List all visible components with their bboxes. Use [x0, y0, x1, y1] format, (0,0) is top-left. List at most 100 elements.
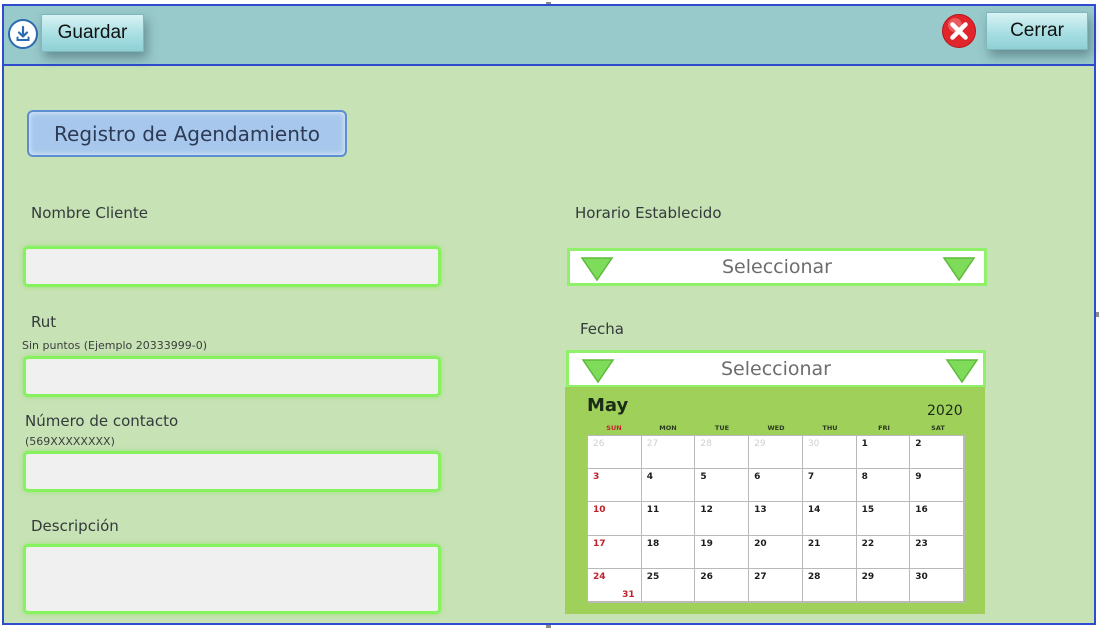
calendar-day-number: 29 [861, 571, 875, 582]
calendar-image[interactable]: May 2020 SUN MON TUE WED THU FRI SAT 26 27 28 29 3… [565, 387, 985, 614]
schedule-dropdown-value: Seleccionar [721, 256, 832, 278]
calendar-day-number: 14 [807, 505, 821, 516]
calendar-day-number: 29 [754, 439, 766, 449]
calendar-day-cell: 12 [695, 502, 750, 536]
calendar-day-number: 3 [593, 472, 600, 483]
calendar-grid: 26 27 28 29 30 1 2 3 4 5 6 7 8 9 10 11 12 13 14 15 16 17 18 19 2… [587, 435, 965, 603]
calendar-day-number: 18 [646, 538, 660, 549]
date-dropdown[interactable]: Seleccionar [566, 350, 986, 388]
calendar-day-number: 24 [593, 571, 606, 582]
calendar-day-cell: 14 [802, 502, 857, 536]
calendar-day-cell: 26 [695, 568, 750, 602]
contact-number-field[interactable] [23, 451, 441, 492]
calendar-day-number: 22 [861, 538, 875, 549]
calendar-day-number: 13 [754, 505, 767, 516]
calendar-day-cell: 23 [910, 535, 964, 569]
rut-hint: Sin puntos (Ejemplo 20333999-0) [22, 339, 207, 352]
form-window: Guardar Cerrar Registro de Agendamiento … [2, 4, 1096, 625]
calendar-day-cell: 27 [749, 568, 803, 602]
contact-number-label: Número de contacto [25, 412, 179, 430]
calendar-day-cell: 13 [749, 502, 803, 536]
schedule-dropdown[interactable]: Seleccionar [567, 248, 987, 286]
save-button[interactable]: Guardar [41, 14, 144, 52]
calendar-day-number: 20 [754, 538, 767, 549]
calendar-day-number: 25 [646, 571, 660, 582]
calendar-day-cell: 16 [910, 502, 964, 536]
calendar-year: 2020 [927, 403, 963, 419]
calendar-day-cell: 5 [695, 469, 750, 503]
calendar-day-cell: 29 [749, 436, 803, 470]
calendar-day-cell: 28 [802, 568, 857, 602]
calendar-day-cell: 27 [641, 436, 696, 470]
calendar-day-number: 26 [593, 439, 605, 449]
calendar-day-cell: 30 [802, 436, 857, 470]
calendar-day-number: 4 [646, 472, 653, 483]
description-label: Descripción [31, 517, 119, 535]
calendar-day-number: 6 [754, 472, 761, 483]
calendar-day-number: 9 [915, 472, 922, 483]
calendar-day-number: 2 [915, 439, 922, 449]
download-icon[interactable] [8, 19, 38, 49]
schedule-label: Horario Establecido [575, 204, 722, 222]
date-dropdown-value: Seleccionar [720, 358, 831, 380]
calendar-day-number: 15 [861, 505, 875, 516]
calendar-day-number: 21 [807, 538, 821, 549]
calendar-day-number: 12 [700, 505, 713, 516]
date-label: Fecha [580, 320, 624, 338]
calendar-day-number: 7 [807, 472, 815, 483]
rut-field[interactable] [23, 356, 441, 397]
calendar-day-number: 5 [700, 472, 707, 483]
description-field[interactable] [23, 544, 441, 614]
dropdown-arrow-left-icon [580, 257, 614, 282]
dropdown-arrow-right-icon [945, 359, 979, 384]
calendar-day-cell: 21 [802, 535, 857, 569]
calendar-month: May [587, 395, 629, 416]
calendar-day-cell: 1 [856, 436, 911, 470]
calendar-day-cell: 25 [641, 568, 696, 602]
calendar-day-cell: 2 [910, 436, 964, 470]
calendar-day-number: 31 [622, 590, 635, 600]
calendar-day-cell: 20 [749, 535, 803, 569]
calendar-day-cell: 6 [749, 469, 803, 503]
calendar-day-number: 30 [915, 571, 928, 582]
calendar-day-cell: 9 [910, 469, 964, 503]
close-x-icon[interactable] [941, 13, 977, 49]
calendar-day-number: 8 [861, 472, 868, 483]
toolbar: Guardar Cerrar [4, 6, 1094, 66]
calendar-day-cell: 30 [910, 568, 964, 602]
calendar-day-number: 30 [807, 439, 820, 449]
calendar-day-number: 19 [700, 538, 713, 549]
calendar-day-number: 28 [807, 571, 821, 582]
calendar-day-number: 27 [646, 439, 659, 449]
page-title-button[interactable]: Registro de Agendamiento [27, 110, 347, 157]
dropdown-arrow-right-icon [942, 257, 976, 282]
calendar-day-cell: 26 [588, 436, 642, 470]
contact-number-hint: (569XXXXXXXX) [25, 435, 115, 448]
calendar-day-cell: 15 [856, 502, 911, 536]
close-button[interactable]: Cerrar [986, 12, 1088, 50]
client-name-field[interactable] [23, 246, 441, 287]
calendar-day-cell: 22 [856, 535, 911, 569]
calendar-day-cell: 11 [641, 502, 696, 536]
calendar-day-number: 11 [646, 505, 660, 516]
client-name-label: Nombre Cliente [31, 204, 149, 222]
calendar-day-number: 28 [700, 439, 712, 449]
calendar-day-number: 10 [593, 505, 606, 516]
calendar-day-cell: 17 [588, 535, 642, 569]
calendar-day-number: 26 [700, 571, 713, 582]
rut-label: Rut [31, 313, 57, 331]
calendar-day-cell: 4 [641, 469, 696, 503]
calendar-day-cell: 3 [588, 469, 642, 503]
calendar-day-number: 16 [915, 505, 928, 516]
calendar-day-cell: 8 [856, 469, 911, 503]
calendar-day-number: 23 [915, 538, 928, 549]
dropdown-arrow-left-icon [581, 359, 615, 384]
calendar-day-cell: 10 [588, 502, 642, 536]
calendar-day-cell: 29 [856, 568, 911, 602]
calendar-day-cell: 19 [695, 535, 750, 569]
calendar-day-number: 17 [593, 538, 606, 549]
calendar-day-cell: 7 [802, 469, 857, 503]
calendar-day-number: 1 [861, 439, 868, 449]
calendar-day-cell: 24 31 [588, 568, 642, 602]
calendar-day-cell: 18 [641, 535, 696, 569]
